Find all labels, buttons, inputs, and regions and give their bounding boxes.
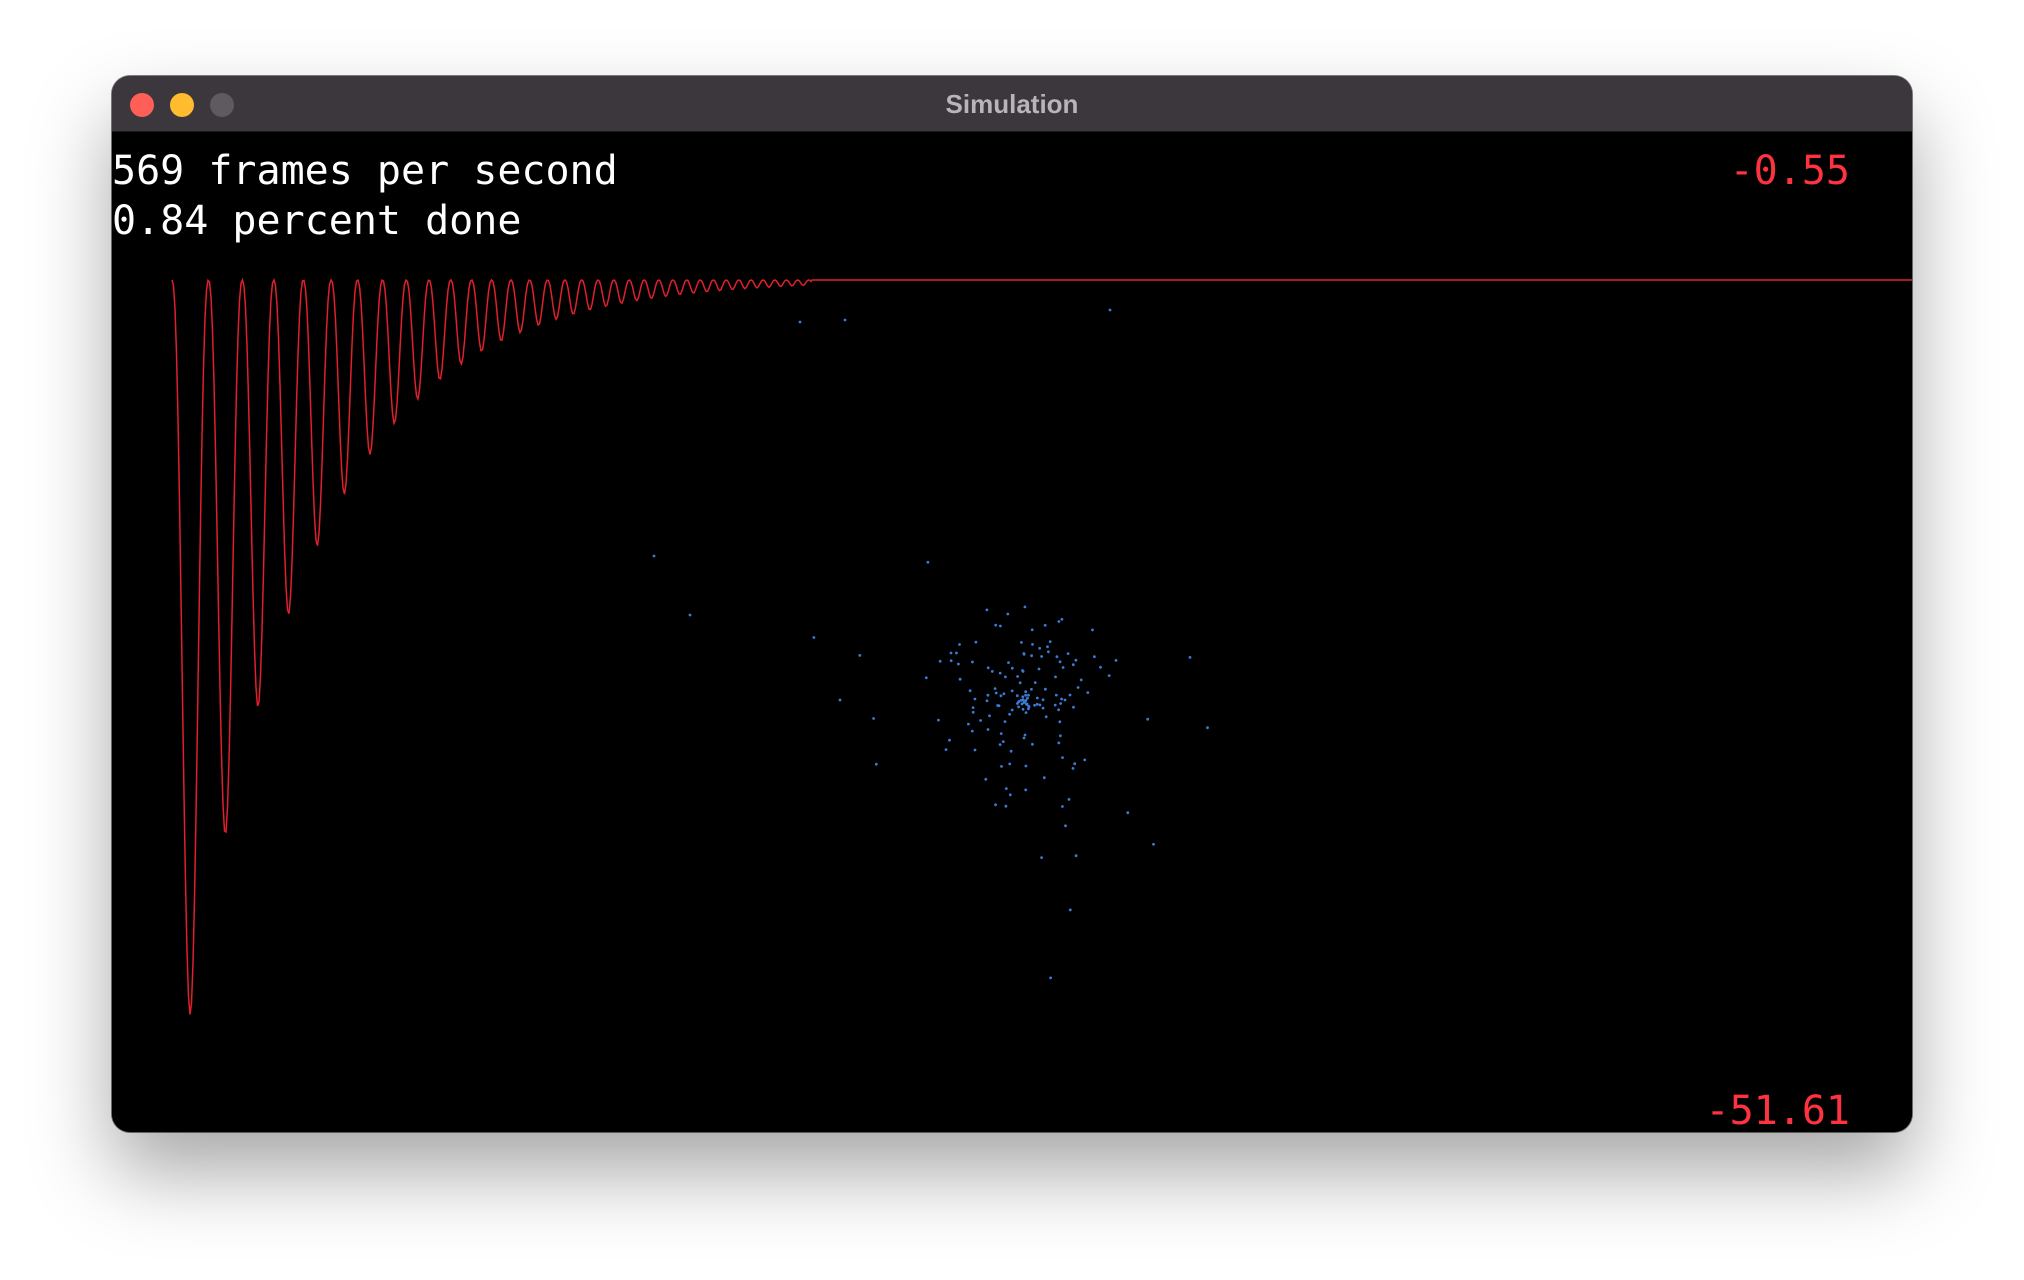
title-bar[interactable]: Simulation (112, 76, 1912, 132)
energy-series-line (171, 277, 1912, 1015)
fps-readout: 569 frames per second (112, 148, 618, 194)
window-title: Simulation (945, 89, 1079, 119)
progress-readout: 0.84 percent done (112, 198, 522, 244)
energy-plot (171, 277, 1912, 1015)
simulation-window: Simulation 569 frames per second 0.84 pe… (112, 76, 1912, 1132)
plot-min-label: -51.61 (1705, 1088, 1851, 1132)
plot-max-label: -0.55 (1729, 148, 1850, 194)
